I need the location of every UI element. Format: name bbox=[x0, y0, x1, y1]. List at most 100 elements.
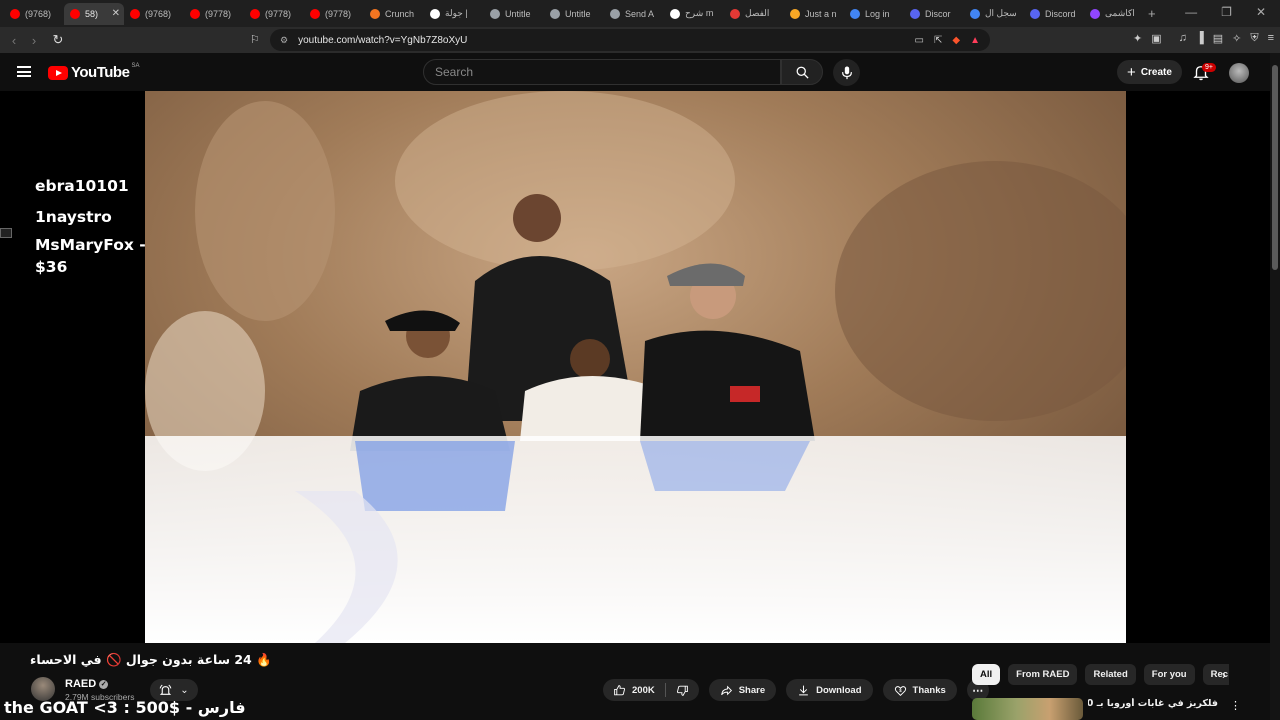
tab-label: Untitle bbox=[565, 8, 591, 19]
search-button[interactable] bbox=[781, 59, 823, 85]
donor-name: MsMaryFox - bbox=[35, 236, 146, 254]
tab-label: Discord bbox=[1045, 8, 1076, 19]
recommendation-title[interactable]: فلكريز في غابات أوروبا بـ 1000 ريال و بـ… bbox=[1088, 698, 1218, 709]
browser-tab[interactable]: Discor bbox=[904, 3, 964, 25]
logo-text: YouTube bbox=[71, 64, 130, 81]
window-controls: — ❐ ✕ bbox=[1185, 5, 1266, 19]
chip-related[interactable]: Related bbox=[1085, 664, 1136, 685]
tab-label: (9778) bbox=[265, 8, 292, 19]
tab-label: Send A bbox=[625, 8, 655, 19]
channel-name[interactable]: RAED bbox=[65, 678, 96, 690]
page-scrollbar[interactable] bbox=[1270, 53, 1280, 720]
reload-icon[interactable]: ↻ bbox=[48, 32, 68, 48]
site-info-icon[interactable]: ⚙ bbox=[280, 35, 288, 46]
restore-icon[interactable]: ❐ bbox=[1221, 5, 1232, 19]
bookmark-icon[interactable]: ⚐ bbox=[250, 33, 260, 46]
chips-next-button[interactable]: › bbox=[1214, 665, 1234, 685]
tab-label: Crunch bbox=[385, 8, 415, 19]
account-avatar[interactable] bbox=[1229, 63, 1249, 83]
browser-tab[interactable]: جولة | bbox=[424, 3, 484, 25]
tab-label: الفصل bbox=[745, 8, 770, 18]
like-button[interactable]: 200K bbox=[603, 684, 665, 697]
share-button[interactable]: Share bbox=[708, 679, 777, 701]
browser-tab[interactable]: (9778) bbox=[244, 3, 304, 25]
video-player[interactable] bbox=[145, 91, 1126, 643]
browser-tab[interactable]: (9778) bbox=[304, 3, 364, 25]
recommendation-thumbnail[interactable] bbox=[972, 698, 1083, 720]
back-icon[interactable]: ‹ bbox=[4, 33, 24, 48]
browser-tab[interactable]: Untitle bbox=[484, 3, 544, 25]
sidebar-icon[interactable]: ▐ bbox=[1196, 32, 1204, 45]
youtube-logo[interactable]: YouTube SA bbox=[48, 62, 140, 81]
browser-tab[interactable]: شرح m bbox=[664, 3, 724, 25]
browser-tab[interactable]: Send A bbox=[604, 3, 664, 25]
chip-all[interactable]: All bbox=[972, 664, 1001, 685]
tab-favicon-icon bbox=[730, 8, 740, 19]
create-button[interactable]: + Create bbox=[1117, 60, 1182, 84]
new-tab-button[interactable]: + bbox=[1148, 6, 1156, 21]
chip-from-raed[interactable]: From RAED bbox=[1008, 664, 1078, 685]
region-code: SA bbox=[131, 62, 140, 69]
recommendation-menu-icon[interactable]: ⋮ bbox=[1230, 699, 1241, 712]
tab-label: 58) bbox=[85, 8, 99, 19]
tab-label: Untitle bbox=[505, 8, 531, 19]
forward-icon[interactable]: › bbox=[24, 33, 44, 48]
minimize-icon[interactable]: — bbox=[1185, 5, 1197, 19]
url-text: youtube.com/watch?v=YgNb7Z8oXyU bbox=[298, 34, 468, 46]
tab-favicon-icon bbox=[970, 8, 980, 19]
video-title: 🔥 24 ساعة بدون جوال 🚫 في الاحساء bbox=[30, 652, 272, 667]
browser-tab[interactable]: Crunch bbox=[364, 3, 424, 25]
tab-favicon-icon bbox=[670, 8, 680, 19]
guide-menu-icon[interactable] bbox=[17, 66, 31, 77]
scrollbar-thumb[interactable] bbox=[1272, 65, 1278, 270]
download-button[interactable]: Download bbox=[786, 679, 873, 701]
leo-icon[interactable]: ✧ bbox=[1232, 32, 1241, 45]
close-window-icon[interactable]: ✕ bbox=[1256, 5, 1266, 19]
vpn-icon[interactable]: ⛨ bbox=[1250, 32, 1258, 45]
search-icon bbox=[796, 66, 809, 79]
brave-shield-icon[interactable]: ◆ bbox=[952, 35, 960, 46]
tab-label: Just a n bbox=[805, 8, 837, 19]
browser-tab[interactable]: سجل ال bbox=[964, 3, 1024, 25]
notification-badge: 9+ bbox=[1202, 63, 1216, 72]
channel-name-row[interactable]: RAED ✓ bbox=[65, 678, 109, 690]
browser-tab[interactable]: اكاشمى bbox=[1084, 3, 1144, 25]
browser-tab[interactable]: (9778) bbox=[184, 3, 244, 25]
share-page-icon[interactable]: ⇱ bbox=[934, 35, 942, 46]
verified-icon: ✓ bbox=[99, 679, 109, 689]
browser-tab[interactable]: 58) ✕ bbox=[64, 2, 124, 25]
chip-for-you[interactable]: For you bbox=[1143, 664, 1195, 685]
menu-icon[interactable]: ≡ bbox=[1268, 32, 1274, 45]
tab-favicon-icon bbox=[550, 8, 560, 19]
browser-tab[interactable]: Just a n bbox=[784, 3, 844, 25]
wallet-icon[interactable]: ▣ bbox=[1151, 32, 1161, 45]
browser-tab[interactable]: (9768) bbox=[124, 3, 184, 25]
wallet2-icon[interactable]: ▤ bbox=[1213, 32, 1223, 45]
search-input[interactable] bbox=[435, 60, 735, 84]
browser-tab[interactable]: Discord bbox=[1024, 3, 1084, 25]
more-icon: ⋯ bbox=[972, 684, 984, 697]
voice-search-button[interactable] bbox=[833, 59, 860, 86]
thanks-heart-icon: $ bbox=[894, 685, 906, 696]
dislike-button[interactable] bbox=[666, 684, 699, 697]
youtube-header: YouTube SA + Create bbox=[0, 53, 1280, 91]
mic-icon bbox=[841, 65, 852, 79]
music-icon[interactable]: ♫ bbox=[1179, 32, 1187, 45]
donor-amount: $36 bbox=[35, 258, 68, 276]
donor-name: ebra10101 bbox=[35, 177, 129, 195]
url-field[interactable]: ⚙ youtube.com/watch?v=YgNb7Z8oXyU ▭ ⇱ ◆ … bbox=[270, 29, 990, 51]
browser-tab[interactable]: Untitle bbox=[544, 3, 604, 25]
extensions-icon[interactable]: ✦ bbox=[1133, 32, 1142, 45]
tab-close-icon[interactable]: ✕ bbox=[112, 8, 120, 19]
extension-icons: ✦ ▣ ♫ ▐ ▤ ✧ ⛨ ≡ bbox=[1133, 32, 1274, 45]
browser-tab[interactable]: الفصل bbox=[724, 3, 784, 25]
brave-rewards-icon[interactable]: ▲ bbox=[970, 35, 980, 46]
tab-favicon-icon bbox=[1030, 8, 1040, 19]
browser-tab[interactable]: Log in bbox=[844, 3, 904, 25]
thumbs-up-icon bbox=[614, 684, 626, 695]
tab-label: جولة | bbox=[445, 8, 468, 18]
tab-favicon-icon bbox=[430, 8, 440, 19]
cast-icon[interactable]: ▭ bbox=[915, 35, 924, 46]
thanks-button[interactable]: $ Thanks bbox=[882, 679, 957, 701]
browser-tab[interactable]: (9768) bbox=[4, 3, 64, 25]
